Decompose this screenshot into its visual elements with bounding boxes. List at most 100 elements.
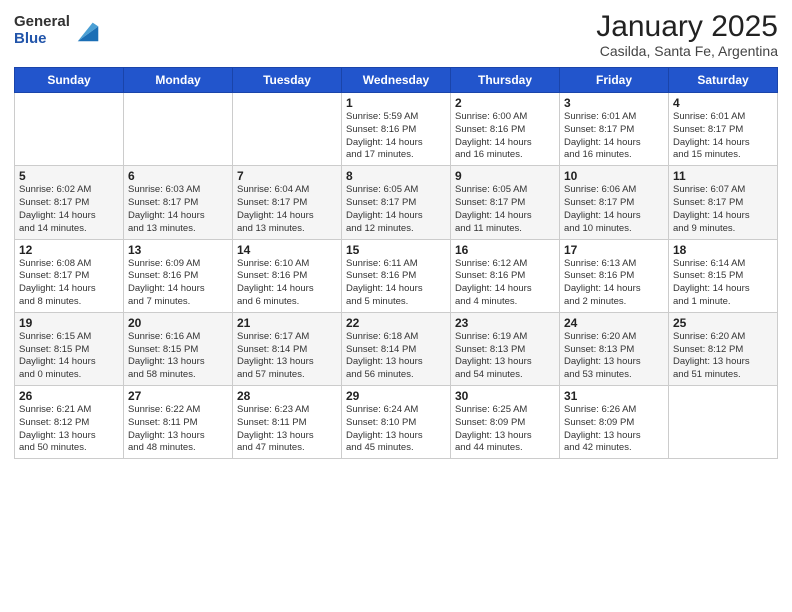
day-info: Sunrise: 6:07 AM Sunset: 8:17 PM Dayligh… bbox=[673, 184, 773, 235]
day-info: Sunrise: 6:14 AM Sunset: 8:15 PM Dayligh… bbox=[673, 258, 773, 309]
calendar-cell: 23Sunrise: 6:19 AM Sunset: 8:13 PM Dayli… bbox=[451, 312, 560, 385]
day-info: Sunrise: 6:09 AM Sunset: 8:16 PM Dayligh… bbox=[128, 258, 228, 309]
day-info: Sunrise: 6:08 AM Sunset: 8:17 PM Dayligh… bbox=[19, 258, 119, 309]
day-number: 23 bbox=[455, 316, 555, 330]
day-number: 9 bbox=[455, 169, 555, 183]
weekday-header-thursday: Thursday bbox=[451, 68, 560, 93]
day-number: 21 bbox=[237, 316, 337, 330]
day-number: 1 bbox=[346, 96, 446, 110]
day-info: Sunrise: 6:05 AM Sunset: 8:17 PM Dayligh… bbox=[455, 184, 555, 235]
calendar-cell: 26Sunrise: 6:21 AM Sunset: 8:12 PM Dayli… bbox=[15, 386, 124, 459]
calendar-cell: 22Sunrise: 6:18 AM Sunset: 8:14 PM Dayli… bbox=[342, 312, 451, 385]
day-number: 6 bbox=[128, 169, 228, 183]
calendar-cell bbox=[15, 93, 124, 166]
calendar-cell bbox=[124, 93, 233, 166]
day-number: 29 bbox=[346, 389, 446, 403]
calendar-week-row: 1Sunrise: 5:59 AM Sunset: 8:16 PM Daylig… bbox=[15, 93, 778, 166]
calendar-cell: 25Sunrise: 6:20 AM Sunset: 8:12 PM Dayli… bbox=[669, 312, 778, 385]
calendar-cell: 30Sunrise: 6:25 AM Sunset: 8:09 PM Dayli… bbox=[451, 386, 560, 459]
calendar-cell bbox=[669, 386, 778, 459]
day-info: Sunrise: 5:59 AM Sunset: 8:16 PM Dayligh… bbox=[346, 111, 446, 162]
day-info: Sunrise: 6:06 AM Sunset: 8:17 PM Dayligh… bbox=[564, 184, 664, 235]
day-info: Sunrise: 6:26 AM Sunset: 8:09 PM Dayligh… bbox=[564, 404, 664, 455]
day-info: Sunrise: 6:16 AM Sunset: 8:15 PM Dayligh… bbox=[128, 331, 228, 382]
day-number: 15 bbox=[346, 243, 446, 257]
day-number: 2 bbox=[455, 96, 555, 110]
calendar-week-row: 26Sunrise: 6:21 AM Sunset: 8:12 PM Dayli… bbox=[15, 386, 778, 459]
day-info: Sunrise: 6:21 AM Sunset: 8:12 PM Dayligh… bbox=[19, 404, 119, 455]
calendar-cell: 16Sunrise: 6:12 AM Sunset: 8:16 PM Dayli… bbox=[451, 239, 560, 312]
calendar-cell: 11Sunrise: 6:07 AM Sunset: 8:17 PM Dayli… bbox=[669, 166, 778, 239]
day-number: 20 bbox=[128, 316, 228, 330]
calendar-week-row: 5Sunrise: 6:02 AM Sunset: 8:17 PM Daylig… bbox=[15, 166, 778, 239]
logo-text: General Blue bbox=[14, 14, 70, 47]
day-number: 17 bbox=[564, 243, 664, 257]
day-number: 24 bbox=[564, 316, 664, 330]
calendar-cell: 18Sunrise: 6:14 AM Sunset: 8:15 PM Dayli… bbox=[669, 239, 778, 312]
day-info: Sunrise: 6:03 AM Sunset: 8:17 PM Dayligh… bbox=[128, 184, 228, 235]
calendar-cell: 31Sunrise: 6:26 AM Sunset: 8:09 PM Dayli… bbox=[560, 386, 669, 459]
calendar-cell: 15Sunrise: 6:11 AM Sunset: 8:16 PM Dayli… bbox=[342, 239, 451, 312]
calendar-cell: 29Sunrise: 6:24 AM Sunset: 8:10 PM Dayli… bbox=[342, 386, 451, 459]
day-info: Sunrise: 6:20 AM Sunset: 8:12 PM Dayligh… bbox=[673, 331, 773, 382]
calendar-cell: 5Sunrise: 6:02 AM Sunset: 8:17 PM Daylig… bbox=[15, 166, 124, 239]
day-number: 31 bbox=[564, 389, 664, 403]
day-number: 16 bbox=[455, 243, 555, 257]
day-info: Sunrise: 6:22 AM Sunset: 8:11 PM Dayligh… bbox=[128, 404, 228, 455]
weekday-header-sunday: Sunday bbox=[15, 68, 124, 93]
calendar-cell: 1Sunrise: 5:59 AM Sunset: 8:16 PM Daylig… bbox=[342, 93, 451, 166]
logo-icon bbox=[74, 17, 102, 45]
weekday-header-monday: Monday bbox=[124, 68, 233, 93]
calendar-cell: 27Sunrise: 6:22 AM Sunset: 8:11 PM Dayli… bbox=[124, 386, 233, 459]
day-number: 26 bbox=[19, 389, 119, 403]
day-number: 18 bbox=[673, 243, 773, 257]
calendar-table: SundayMondayTuesdayWednesdayThursdayFrid… bbox=[14, 67, 778, 459]
day-number: 7 bbox=[237, 169, 337, 183]
main-title: January 2025 bbox=[596, 10, 778, 43]
day-number: 19 bbox=[19, 316, 119, 330]
day-info: Sunrise: 6:20 AM Sunset: 8:13 PM Dayligh… bbox=[564, 331, 664, 382]
day-number: 27 bbox=[128, 389, 228, 403]
day-info: Sunrise: 6:24 AM Sunset: 8:10 PM Dayligh… bbox=[346, 404, 446, 455]
calendar-cell: 14Sunrise: 6:10 AM Sunset: 8:16 PM Dayli… bbox=[233, 239, 342, 312]
day-info: Sunrise: 6:19 AM Sunset: 8:13 PM Dayligh… bbox=[455, 331, 555, 382]
weekday-header-row: SundayMondayTuesdayWednesdayThursdayFrid… bbox=[15, 68, 778, 93]
calendar-cell: 10Sunrise: 6:06 AM Sunset: 8:17 PM Dayli… bbox=[560, 166, 669, 239]
calendar-cell: 8Sunrise: 6:05 AM Sunset: 8:17 PM Daylig… bbox=[342, 166, 451, 239]
calendar-cell: 13Sunrise: 6:09 AM Sunset: 8:16 PM Dayli… bbox=[124, 239, 233, 312]
subtitle: Casilda, Santa Fe, Argentina bbox=[596, 43, 778, 59]
day-info: Sunrise: 6:04 AM Sunset: 8:17 PM Dayligh… bbox=[237, 184, 337, 235]
day-number: 12 bbox=[19, 243, 119, 257]
calendar-cell: 24Sunrise: 6:20 AM Sunset: 8:13 PM Dayli… bbox=[560, 312, 669, 385]
day-number: 14 bbox=[237, 243, 337, 257]
weekday-header-friday: Friday bbox=[560, 68, 669, 93]
header: General Blue January 2025 Casilda, Santa… bbox=[14, 10, 778, 59]
logo-blue: Blue bbox=[14, 31, 70, 48]
calendar-cell: 28Sunrise: 6:23 AM Sunset: 8:11 PM Dayli… bbox=[233, 386, 342, 459]
calendar-cell: 6Sunrise: 6:03 AM Sunset: 8:17 PM Daylig… bbox=[124, 166, 233, 239]
calendar-cell bbox=[233, 93, 342, 166]
day-info: Sunrise: 6:05 AM Sunset: 8:17 PM Dayligh… bbox=[346, 184, 446, 235]
day-info: Sunrise: 6:01 AM Sunset: 8:17 PM Dayligh… bbox=[564, 111, 664, 162]
day-number: 11 bbox=[673, 169, 773, 183]
day-info: Sunrise: 6:13 AM Sunset: 8:16 PM Dayligh… bbox=[564, 258, 664, 309]
weekday-header-wednesday: Wednesday bbox=[342, 68, 451, 93]
title-area: January 2025 Casilda, Santa Fe, Argentin… bbox=[596, 10, 778, 59]
day-number: 28 bbox=[237, 389, 337, 403]
calendar-cell: 12Sunrise: 6:08 AM Sunset: 8:17 PM Dayli… bbox=[15, 239, 124, 312]
calendar-cell: 7Sunrise: 6:04 AM Sunset: 8:17 PM Daylig… bbox=[233, 166, 342, 239]
day-number: 22 bbox=[346, 316, 446, 330]
day-info: Sunrise: 6:18 AM Sunset: 8:14 PM Dayligh… bbox=[346, 331, 446, 382]
weekday-header-saturday: Saturday bbox=[669, 68, 778, 93]
calendar-cell: 19Sunrise: 6:15 AM Sunset: 8:15 PM Dayli… bbox=[15, 312, 124, 385]
calendar-week-row: 12Sunrise: 6:08 AM Sunset: 8:17 PM Dayli… bbox=[15, 239, 778, 312]
logo-general: General bbox=[14, 14, 70, 31]
day-number: 4 bbox=[673, 96, 773, 110]
day-info: Sunrise: 6:02 AM Sunset: 8:17 PM Dayligh… bbox=[19, 184, 119, 235]
day-info: Sunrise: 6:17 AM Sunset: 8:14 PM Dayligh… bbox=[237, 331, 337, 382]
day-number: 25 bbox=[673, 316, 773, 330]
calendar-cell: 21Sunrise: 6:17 AM Sunset: 8:14 PM Dayli… bbox=[233, 312, 342, 385]
calendar-cell: 9Sunrise: 6:05 AM Sunset: 8:17 PM Daylig… bbox=[451, 166, 560, 239]
day-number: 5 bbox=[19, 169, 119, 183]
day-number: 3 bbox=[564, 96, 664, 110]
